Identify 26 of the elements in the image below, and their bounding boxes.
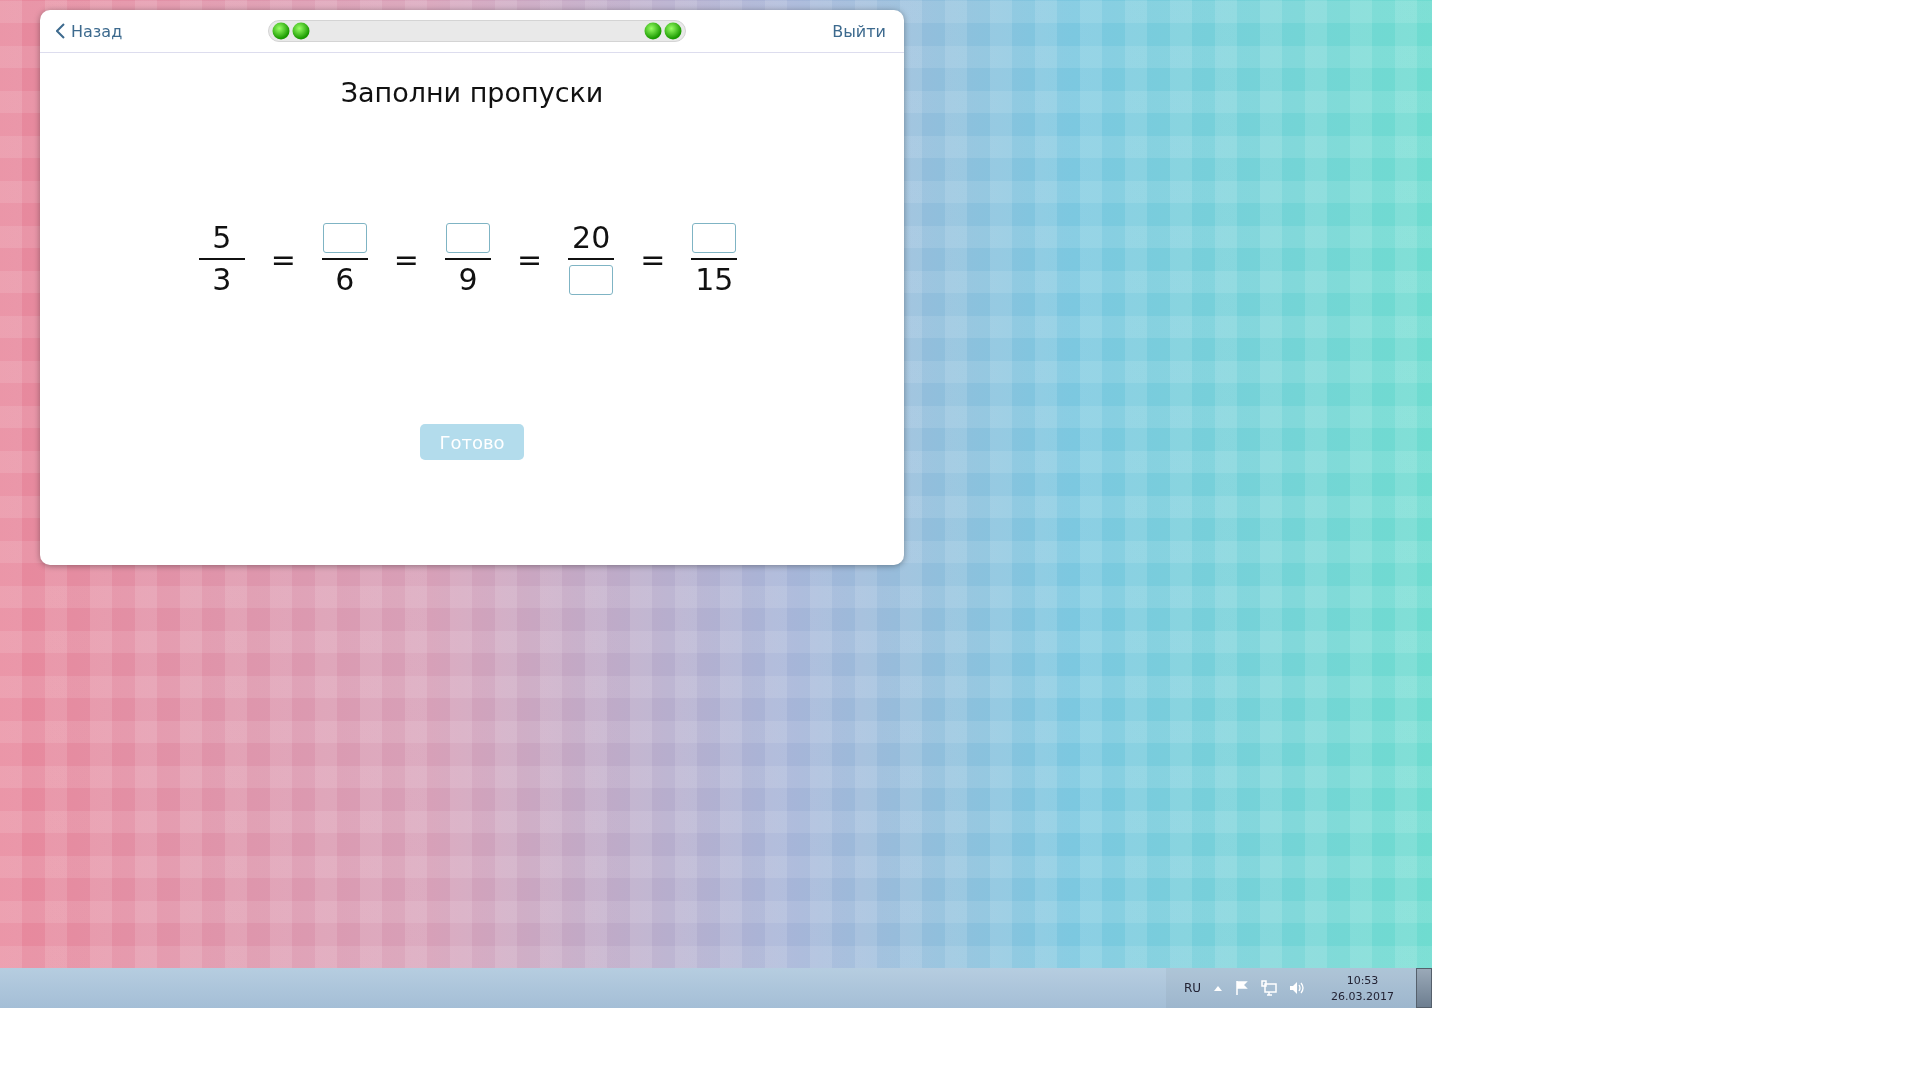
- equals-sign: =: [517, 241, 543, 277]
- speaker-icon[interactable]: [1289, 980, 1305, 996]
- task-title: Заполни пропуски: [339, 77, 605, 108]
- equals-sign: =: [270, 241, 296, 277]
- answer-box[interactable]: [692, 223, 737, 253]
- flag-icon[interactable]: [1235, 980, 1249, 996]
- chevron-left-icon: [56, 23, 65, 39]
- answer-box[interactable]: [569, 265, 614, 295]
- caret-up-icon[interactable]: [1213, 984, 1223, 992]
- show-desktop-button[interactable]: [1416, 968, 1432, 1008]
- monitor-icon[interactable]: [1261, 980, 1277, 996]
- language-indicator[interactable]: RU: [1183, 981, 1201, 995]
- answer-box[interactable]: [446, 223, 490, 253]
- fraction-number: 9: [458, 262, 478, 298]
- fraction-number: 20: [572, 220, 611, 256]
- clock-time[interactable]: 10:53: [1346, 973, 1379, 987]
- answer-box[interactable]: [322, 223, 367, 253]
- fraction-number: 3: [212, 262, 232, 298]
- equals-sign: =: [393, 241, 419, 277]
- fraction-number: 15: [695, 262, 734, 298]
- fraction-number: 5: [212, 220, 232, 256]
- exit-button[interactable]: Выйти: [832, 21, 886, 41]
- clock-date[interactable]: 26.03.2017: [1331, 989, 1394, 1003]
- equals-sign: =: [640, 241, 666, 277]
- back-button[interactable]: Назад: [56, 21, 123, 41]
- fraction-number: 6: [335, 262, 355, 298]
